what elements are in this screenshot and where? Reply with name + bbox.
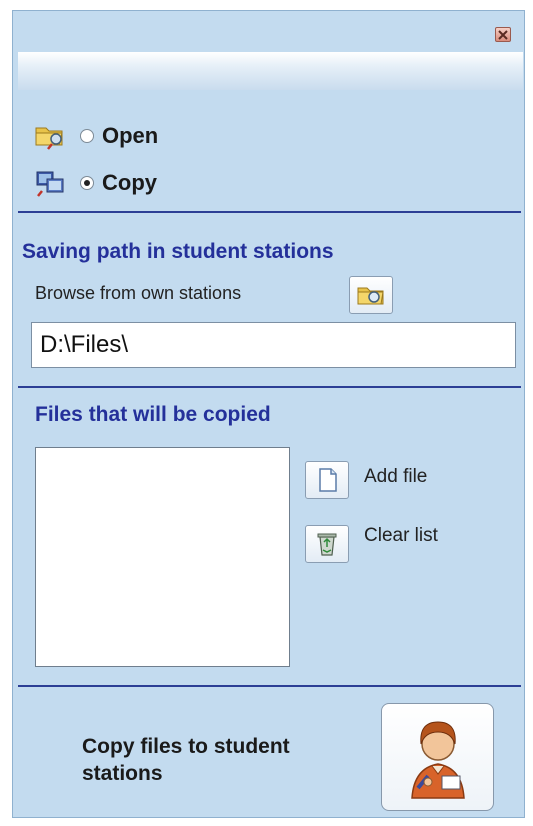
copy-computer-icon: [36, 171, 64, 197]
open-label: Open: [102, 123, 159, 148]
saving-path-input[interactable]: [31, 322, 516, 368]
student-icon: [410, 721, 465, 799]
copy-option[interactable]: Copy: [34, 169, 157, 197]
divider: [18, 211, 521, 213]
close-icon: [498, 29, 508, 40]
copy-files-label-line1: Copy files to student: [82, 735, 290, 758]
radio-selected-dot: [84, 180, 90, 186]
file-list[interactable]: [35, 447, 290, 667]
title-bar: [18, 52, 523, 90]
folder-search-icon: [357, 287, 384, 305]
open-radio[interactable]: [80, 129, 94, 143]
copy-files-label: Copy files to student stations: [82, 733, 382, 787]
browse-button[interactable]: [349, 276, 393, 314]
clear-list-label: Clear list: [364, 525, 438, 546]
copy-files-label-line2: stations: [82, 762, 163, 785]
open-folder-icon: [35, 127, 63, 150]
blank-page-icon: [319, 468, 337, 492]
clear-list-button[interactable]: [305, 525, 349, 563]
add-file-label: Add file: [364, 466, 428, 487]
browse-label: Browse from own stations: [35, 283, 242, 303]
divider: [18, 386, 521, 388]
close-button[interactable]: [495, 27, 511, 42]
recycle-bin-icon: [317, 533, 337, 556]
copy-label: Copy: [102, 170, 157, 195]
copy-files-button[interactable]: [381, 703, 494, 811]
copy-radio[interactable]: [80, 176, 94, 190]
add-file-button[interactable]: [305, 461, 349, 499]
divider: [18, 685, 521, 687]
files-title: Files that will be copied: [35, 403, 271, 426]
saving-path-title: Saving path in student stations: [22, 240, 334, 263]
open-option[interactable]: Open: [34, 122, 158, 150]
